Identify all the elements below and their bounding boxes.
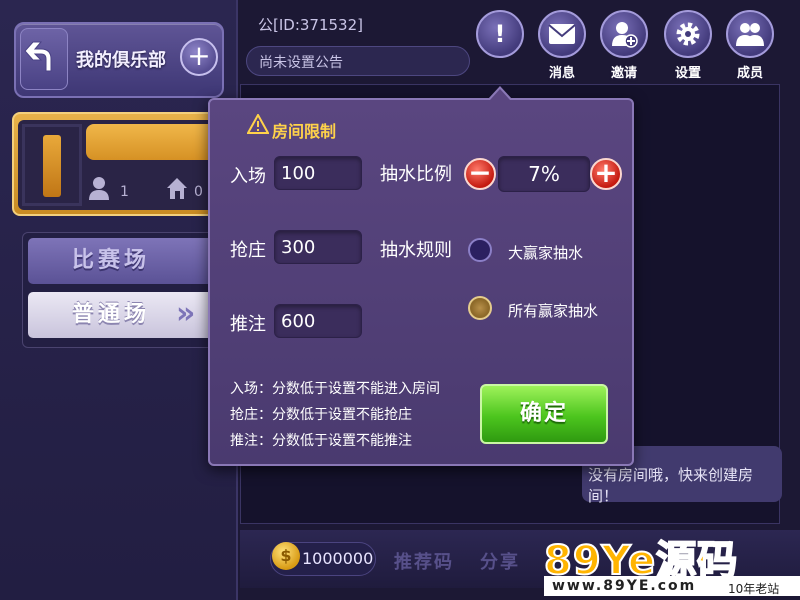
radio-all-winners[interactable] [468, 296, 492, 320]
minus-icon: − [468, 156, 492, 189]
members-label: 成员 [736, 66, 763, 81]
rake-rule-label: 抽水规则 [380, 240, 452, 261]
members-button[interactable] [726, 10, 774, 58]
warning-icon [246, 112, 270, 139]
note-banker: 抢庄：分数低于设置不能抢庄 [230, 407, 412, 423]
mode-tab-normal[interactable]: 普通场 [28, 292, 238, 338]
rake-increase-button[interactable]: + [590, 158, 622, 190]
referral-code-tab[interactable]: 推荐码 [394, 548, 454, 574]
coin-value: 1000000 [302, 549, 374, 568]
plus-icon: + [187, 39, 211, 72]
rake-ratio-label: 抽水比例 [380, 164, 452, 185]
club-avatar [22, 124, 82, 206]
radio-big-winner[interactable] [468, 238, 492, 262]
bet-label: 推注 [230, 314, 266, 335]
entry-label: 入场 [230, 166, 266, 187]
watermark-tag: 10年老站 [728, 582, 780, 596]
plus-icon: + [594, 156, 618, 189]
radio-big-winner-label[interactable]: 大赢家抽水 [508, 242, 583, 263]
member-count: 1 [120, 184, 129, 200]
note-entry: 入场：分数低于设置不能进入房间 [230, 381, 440, 397]
banker-label: 抢庄 [230, 240, 266, 261]
bet-input[interactable]: 600 [274, 304, 362, 338]
mode-tab-competition[interactable]: 比赛场 [28, 238, 238, 284]
dialog-pointer-fill [490, 89, 510, 100]
exclamation-icon: ! [494, 20, 506, 48]
entry-input[interactable]: 100 [274, 156, 362, 190]
double-chevron-right-icon: » [176, 296, 196, 331]
share-tab[interactable]: 分享 [480, 548, 520, 574]
rake-ratio-value: 7% [498, 156, 590, 192]
invite-label: 邀请 [610, 66, 637, 81]
room-icon [166, 176, 188, 205]
member-icon [88, 176, 110, 205]
room-count: 0 [194, 184, 203, 200]
settings-button[interactable] [664, 10, 712, 58]
mail-icon [548, 24, 576, 44]
rake-decrease-button[interactable]: − [464, 158, 496, 190]
settings-label: 设置 [674, 66, 701, 81]
club-id: 公[ID:371532] [258, 16, 363, 34]
members-icon [736, 23, 764, 46]
gear-icon [676, 22, 700, 46]
mail-button[interactable] [538, 10, 586, 58]
note-bet: 推注：分数低于设置不能推注 [230, 433, 412, 449]
radio-all-winners-label[interactable]: 所有赢家抽水 [508, 300, 598, 321]
mail-label: 消息 [548, 66, 575, 81]
dialog-title: 房间限制 [272, 122, 337, 141]
add-club-button[interactable]: + [180, 38, 218, 76]
invite-button[interactable] [600, 10, 648, 58]
back-button[interactable] [20, 28, 68, 90]
confirm-button[interactable]: 确定 [480, 384, 608, 444]
club-title: 我的俱乐部 [76, 50, 166, 71]
banker-input[interactable]: 300 [274, 230, 362, 264]
invite-icon [612, 22, 638, 48]
back-arrow-icon [24, 41, 52, 72]
coin-icon: $ [272, 542, 300, 570]
announcement-field[interactable]: 尚未设置公告 [246, 46, 470, 76]
notice-button[interactable]: ! [476, 10, 524, 58]
watermark-url: www.89YE.com [552, 578, 697, 594]
